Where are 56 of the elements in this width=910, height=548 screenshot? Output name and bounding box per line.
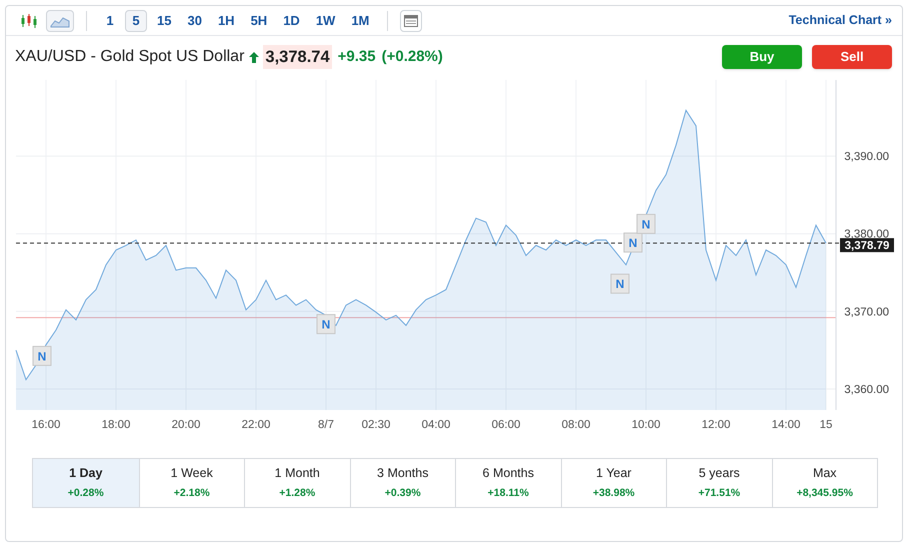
interval-tab[interactable]: 15 (151, 10, 178, 32)
period-label: 3 Months (377, 465, 428, 482)
up-arrow-icon (249, 52, 260, 62)
table-view-button[interactable] (400, 10, 422, 32)
technical-chart-link[interactable]: Technical Chart » (788, 11, 892, 30)
period-change: +0.28% (68, 486, 104, 501)
x-axis-label: 18:00 (102, 419, 130, 431)
interval-tab[interactable]: 1D (277, 10, 306, 32)
x-axis-label: 02:30 (362, 419, 390, 431)
ref-line-label: 3,378.79 (844, 240, 890, 252)
x-axis-label: 10:00 (632, 419, 660, 431)
interval-tab[interactable]: 5H (244, 10, 274, 32)
interval-tab[interactable]: 1W (310, 10, 342, 32)
instrument-name: XAU/USD - Gold Spot US Dollar (15, 47, 244, 67)
chart-type-button[interactable] (46, 10, 74, 32)
x-axis-label: 20:00 (172, 419, 200, 431)
candlestick-icon (20, 12, 38, 28)
interval-tab[interactable]: 1M (345, 10, 376, 32)
period-label: 5 years (698, 465, 740, 482)
x-axis-label: 04:00 (422, 419, 450, 431)
period-change: +18.11% (488, 486, 529, 501)
x-axis-label: 06:00 (492, 419, 520, 431)
x-axis-label: 8/7 (318, 419, 334, 431)
table-icon (404, 14, 418, 26)
period-tab[interactable]: 1 Day +0.28% (33, 459, 138, 507)
interval-tab[interactable]: 5 (125, 10, 147, 32)
x-axis-label: 16:00 (32, 419, 60, 431)
y-axis-label: 3,380.00 (844, 228, 889, 241)
x-axis-label: 15 (820, 419, 832, 431)
period-change: +38.98% (592, 486, 635, 501)
y-axis-label: 3,370.00 (844, 306, 889, 318)
period-change: +8,345.95% (796, 486, 853, 501)
y-axis-label: 3,360.00 (844, 384, 889, 396)
last-price-tag: 3,378.79 (840, 238, 894, 252)
period-label: Max (812, 465, 837, 482)
sell-button[interactable]: Sell (812, 45, 892, 69)
last-price: 3,378.74 (263, 44, 332, 70)
price-change: +9.35 (338, 46, 376, 67)
period-label: 1 Month (274, 465, 320, 482)
period-change: +1.28% (279, 486, 316, 501)
x-axis-label: 14:00 (772, 419, 800, 431)
interval-tab[interactable]: 30 (181, 10, 208, 32)
period-label: 1 Year (596, 465, 632, 482)
interval-tab[interactable]: 1H (212, 10, 241, 32)
period-change: +2.18% (174, 486, 210, 501)
period-change: +0.39% (384, 486, 421, 501)
x-axis-label: 12:00 (702, 419, 730, 431)
period-change: +71.51% (698, 486, 740, 501)
percent-change: (+0.28%) (382, 46, 443, 67)
interval-tab[interactable]: 1 (99, 10, 121, 32)
period-label: 1 Day (69, 465, 102, 482)
x-axis-label: 22:00 (242, 419, 270, 431)
x-axis-label: 08:00 (562, 419, 590, 431)
period-label: 6 Months (482, 465, 534, 482)
period-label: 1 Week (170, 465, 213, 482)
y-axis-label: 3,390.00 (844, 151, 889, 164)
